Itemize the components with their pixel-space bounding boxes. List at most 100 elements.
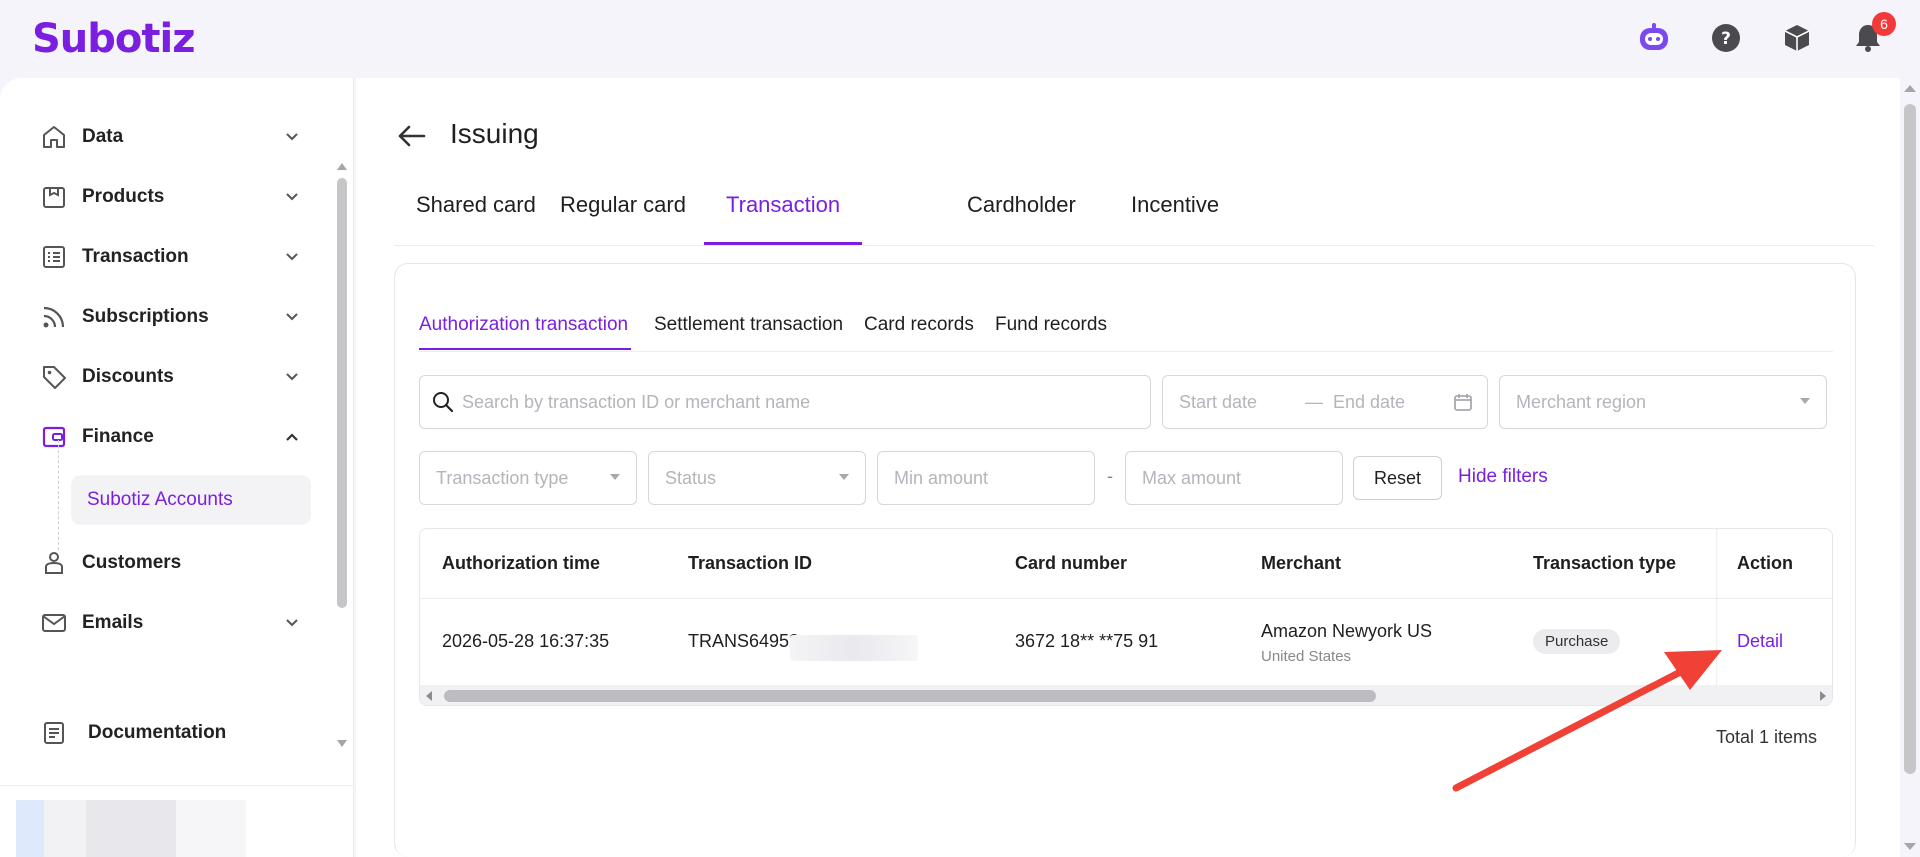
subtab-fund-records[interactable]: Fund records bbox=[995, 314, 1107, 336]
tab-shared-card[interactable]: Shared card bbox=[416, 192, 536, 218]
page-title: Issuing bbox=[450, 118, 539, 149]
help-icon[interactable]: ? bbox=[1708, 20, 1744, 56]
back-arrow-icon[interactable] bbox=[394, 118, 430, 154]
date-separator: — bbox=[1305, 392, 1323, 412]
sidebar-item-label: Finance bbox=[82, 426, 154, 447]
transaction-panel: Authorization transaction Settlement tra… bbox=[394, 263, 1856, 857]
caret-down-icon bbox=[839, 474, 849, 480]
sidebar-item-label: Transaction bbox=[82, 246, 189, 267]
table-scroll-thumb[interactable] bbox=[444, 690, 1376, 702]
account-avatar[interactable] bbox=[16, 800, 246, 857]
tab-incentive[interactable]: Incentive bbox=[1131, 192, 1219, 218]
transaction-type-select[interactable]: Transaction type bbox=[419, 451, 637, 505]
caret-down-icon bbox=[610, 474, 620, 480]
notification-badge: 6 bbox=[1872, 12, 1896, 36]
detail-link[interactable]: Detail bbox=[1737, 631, 1783, 652]
main-scroll-thumb[interactable] bbox=[1904, 104, 1916, 774]
sidebar-item-transaction[interactable]: Transaction bbox=[40, 237, 302, 277]
chevron-down-icon bbox=[282, 613, 302, 633]
app-logo[interactable]: Subotiz bbox=[32, 16, 196, 62]
start-date-input[interactable]: Start date bbox=[1179, 392, 1257, 413]
merchant-name: Amazon Newyork US bbox=[1261, 621, 1433, 641]
sidebar-item-subscriptions[interactable]: Subscriptions bbox=[40, 297, 302, 337]
cell-card-number: 3672 18** **75 91 bbox=[1015, 631, 1159, 651]
sidebar-item-emails[interactable]: Emails bbox=[40, 603, 302, 643]
reset-button[interactable]: Reset bbox=[1353, 456, 1442, 500]
package-icon[interactable] bbox=[1779, 20, 1815, 56]
amount-separator: - bbox=[1107, 466, 1113, 486]
active-subtab-indicator bbox=[419, 348, 631, 350]
sidebar-item-label: Data bbox=[82, 126, 124, 147]
hide-filters-link[interactable]: Hide filters bbox=[1458, 466, 1548, 488]
status-placeholder: Status bbox=[665, 467, 717, 488]
subtab-card-records[interactable]: Card records bbox=[864, 314, 974, 336]
column-header-action: Action bbox=[1737, 553, 1793, 573]
column-header-transaction-type: Transaction type bbox=[1533, 553, 1677, 573]
bell-icon[interactable]: 6 bbox=[1850, 12, 1896, 56]
top-bar: Subotiz ? 6 bbox=[0, 0, 1920, 78]
redacted-area bbox=[790, 635, 918, 661]
mail-icon bbox=[40, 609, 68, 637]
subtab-authorization-transaction[interactable]: Authorization transaction bbox=[419, 314, 628, 336]
chevron-down-icon bbox=[282, 187, 302, 207]
chevron-up-icon bbox=[282, 427, 302, 447]
table-row: 2026-05-28 16:37:35 TRANS64952 3672 18**… bbox=[420, 599, 1832, 685]
user-icon bbox=[40, 549, 68, 577]
search-input[interactable] bbox=[462, 391, 1150, 413]
tab-transaction[interactable]: Transaction bbox=[726, 192, 840, 218]
wallet-icon bbox=[40, 423, 68, 451]
min-amount-field[interactable] bbox=[877, 451, 1095, 505]
merchant-region: United States bbox=[1261, 648, 1352, 665]
transaction-type-badge: Purchase bbox=[1533, 629, 1621, 654]
sidebar-item-label: Discounts bbox=[82, 366, 174, 387]
column-header-card-number: Card number bbox=[1015, 553, 1128, 573]
transactions-table: Authorization time Transaction ID Card n… bbox=[419, 528, 1833, 706]
date-range-picker[interactable]: Start date — End date bbox=[1162, 375, 1488, 429]
search-icon bbox=[432, 391, 454, 413]
sidebar-item-label: Customers bbox=[82, 552, 182, 573]
main-tabs: Shared card Regular card Transaction Car… bbox=[394, 182, 1874, 246]
max-amount-input[interactable] bbox=[1142, 467, 1342, 489]
chevron-down-icon bbox=[282, 127, 302, 147]
merchant-region-select[interactable]: Merchant region bbox=[1499, 375, 1827, 429]
sidebar-item-data[interactable]: Data bbox=[40, 117, 302, 157]
sidebar-item-label: Subscriptions bbox=[82, 306, 209, 327]
sidebar-item-discounts[interactable]: Discounts bbox=[40, 357, 302, 397]
tag-icon bbox=[40, 363, 68, 391]
sidebar-item-finance[interactable]: Finance bbox=[40, 417, 302, 457]
sidebar-item-customers[interactable]: Customers bbox=[40, 543, 302, 583]
document-icon bbox=[40, 719, 68, 747]
transaction-type-placeholder: Transaction type bbox=[436, 467, 569, 488]
sidebar-subitem-subotiz-accounts[interactable]: Subotiz Accounts bbox=[71, 475, 311, 525]
tab-regular-card[interactable]: Regular card bbox=[560, 192, 686, 218]
active-tab-indicator bbox=[704, 242, 862, 245]
sidebar-item-documentation[interactable]: Documentation bbox=[40, 713, 302, 753]
cell-merchant: Amazon Newyork US United States bbox=[1261, 621, 1432, 665]
svg-text:?: ? bbox=[1721, 29, 1731, 49]
robot-assistant-icon[interactable] bbox=[1636, 20, 1672, 56]
merchant-region-placeholder: Merchant region bbox=[1516, 391, 1647, 412]
column-header-transaction-id: Transaction ID bbox=[688, 553, 813, 573]
cell-transaction-id: TRANS64952 bbox=[688, 631, 800, 651]
subtab-settlement-transaction[interactable]: Settlement transaction bbox=[654, 314, 843, 336]
status-select[interactable]: Status bbox=[648, 451, 866, 505]
calendar-icon bbox=[1453, 392, 1473, 417]
sidebar-item-products[interactable]: Products bbox=[40, 177, 302, 217]
chevron-down-icon bbox=[282, 247, 302, 267]
max-amount-field[interactable] bbox=[1125, 451, 1343, 505]
min-amount-input[interactable] bbox=[894, 467, 1094, 489]
sidebar-item-label: Products bbox=[82, 186, 165, 207]
search-field[interactable] bbox=[419, 375, 1151, 429]
sub-tabs: Authorization transaction Settlement tra… bbox=[419, 304, 1833, 352]
submenu-guide-line bbox=[58, 440, 59, 550]
main-content: Issuing Shared card Regular card Transac… bbox=[356, 78, 1901, 857]
tab-cardholder[interactable]: Cardholder bbox=[967, 192, 1076, 218]
total-items: Total 1 items bbox=[1715, 727, 1817, 747]
rss-icon bbox=[40, 303, 68, 331]
chevron-down-icon bbox=[282, 307, 302, 327]
end-date-input[interactable]: End date bbox=[1333, 392, 1405, 413]
sidebar-item-label: Emails bbox=[82, 612, 144, 633]
sidebar-scroll-thumb[interactable] bbox=[337, 178, 347, 608]
caret-down-icon bbox=[1800, 398, 1810, 404]
column-header-authorization-time: Authorization time bbox=[442, 553, 600, 573]
